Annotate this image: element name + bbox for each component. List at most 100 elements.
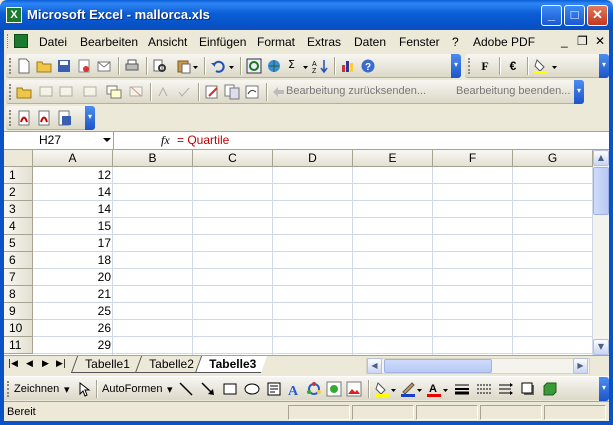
ink-annotation-icon[interactable]	[244, 84, 260, 100]
formula-input[interactable]: = Quartile	[177, 133, 229, 147]
font-color-icon[interactable]: A	[426, 381, 442, 397]
row-header-8[interactable]: 8	[4, 286, 33, 303]
bold-button[interactable]: F	[477, 58, 493, 74]
column-header-f[interactable]: F	[433, 150, 513, 167]
scroll-right-button[interactable]: ▶	[573, 358, 588, 374]
toolbar-options-icon[interactable]: ▾	[599, 377, 609, 401]
sort-ascending-icon[interactable]: AZ	[312, 58, 328, 75]
name-box-dropdown-icon[interactable]	[103, 138, 111, 142]
spreadsheet-grid[interactable]: A B C D E F G 1 12 2 14 3 14 4 15 5 17 6 18 7 20 8 21 9 25 10 26 11…	[4, 150, 593, 355]
next-sheet-button[interactable]: ▶	[42, 359, 49, 369]
select-all-corner[interactable]	[4, 150, 33, 167]
column-header-e[interactable]: E	[353, 150, 433, 167]
cell-a6[interactable]: 18	[33, 252, 113, 268]
wordart-icon[interactable]: A	[286, 381, 302, 399]
permission-icon[interactable]	[76, 58, 92, 74]
menu-datei[interactable]: Datei	[39, 35, 67, 49]
autoshapes-arrow-icon[interactable]: ▾	[167, 383, 173, 396]
toolbar-options-icon[interactable]: ▾	[574, 80, 584, 104]
line-color-dropdown-icon[interactable]	[416, 381, 424, 397]
scroll-up-button[interactable]: ▲	[593, 150, 609, 166]
chart-wizard-icon[interactable]	[340, 58, 356, 74]
cell-a7[interactable]: 20	[33, 269, 113, 285]
document-icon[interactable]	[14, 34, 28, 48]
track-changes-icon[interactable]	[156, 84, 172, 100]
reply-icon[interactable]	[270, 84, 286, 100]
toolbar-options-icon[interactable]: ▾	[451, 54, 461, 78]
toolbar-grip[interactable]	[9, 58, 12, 74]
doc-minimize-button[interactable]: _	[561, 34, 568, 48]
row-header-4[interactable]: 4	[4, 218, 33, 235]
cell-a11[interactable]: 29	[33, 337, 113, 353]
undo-icon[interactable]	[210, 58, 226, 74]
column-header-d[interactable]: D	[273, 150, 353, 167]
toolbar-grip[interactable]	[7, 381, 10, 397]
paste-dropdown-icon[interactable]	[192, 58, 200, 74]
accept-changes-icon[interactable]	[176, 84, 192, 100]
arrow-style-icon[interactable]	[498, 381, 514, 397]
menu-extras[interactable]: Extras	[307, 35, 341, 49]
toolbar-options-icon[interactable]: ▾	[85, 106, 95, 130]
scroll-left-button[interactable]: ◀	[367, 358, 382, 374]
next-comment-icon[interactable]	[58, 84, 74, 100]
web-icon[interactable]	[266, 58, 282, 74]
prev-sheet-button[interactable]: ◀	[26, 359, 33, 369]
row-header-2[interactable]: 2	[4, 184, 33, 201]
row-header-7[interactable]: 7	[4, 269, 33, 286]
compare-icon[interactable]	[224, 84, 240, 100]
fill-color-icon[interactable]	[374, 381, 390, 397]
print-icon[interactable]	[124, 58, 140, 74]
convert-to-pdf-icon[interactable]	[16, 110, 32, 126]
cell-a1[interactable]: 12	[33, 167, 113, 183]
maximize-button[interactable]: □	[564, 5, 585, 26]
cell-a10[interactable]: 26	[33, 320, 113, 336]
scroll-down-button[interactable]: ▼	[593, 339, 609, 355]
toolbar-options-icon[interactable]: ▾	[599, 54, 609, 78]
line-icon[interactable]	[178, 381, 194, 397]
row-header-3[interactable]: 3	[4, 201, 33, 218]
menu-adobe-pdf[interactable]: Adobe PDF	[473, 35, 535, 49]
help-icon[interactable]: ?	[360, 58, 376, 74]
row-header-10[interactable]: 10	[4, 320, 33, 337]
vertical-scrollbar[interactable]: ▲ ▼	[593, 150, 609, 355]
sheet-tab-tabelle1[interactable]: Tabelle1	[70, 356, 141, 373]
rectangle-icon[interactable]	[222, 381, 238, 397]
name-box[interactable]: H27	[4, 132, 114, 149]
autoshapes-menu-button[interactable]: AutoFormen	[102, 383, 163, 395]
cell-a2[interactable]: 14	[33, 184, 113, 200]
cell-a5[interactable]: 17	[33, 235, 113, 251]
previous-comment-icon[interactable]	[38, 84, 54, 100]
paste-icon[interactable]	[176, 58, 192, 74]
diagram-icon[interactable]	[306, 381, 322, 397]
insert-function-icon[interactable]: fx	[161, 133, 170, 148]
draw-menu-button[interactable]: Zeichnen	[14, 383, 59, 395]
autosum-dropdown-icon[interactable]	[302, 58, 310, 74]
horizontal-scroll-thumb[interactable]	[384, 359, 492, 373]
doc-close-button[interactable]: ✕	[595, 34, 605, 48]
font-color-dropdown-icon[interactable]	[442, 381, 450, 397]
fill-color-dropdown-icon[interactable]	[390, 381, 398, 397]
arrow-icon[interactable]	[200, 381, 216, 397]
save-icon[interactable]	[56, 58, 72, 74]
doc-restore-button[interactable]: ❐	[577, 34, 588, 48]
hyperlink-icon[interactable]	[246, 58, 262, 74]
menu-einfuegen[interactable]: Einfügen	[199, 35, 246, 49]
pdf-review-icon[interactable]	[56, 110, 72, 126]
picture-icon[interactable]	[346, 381, 362, 397]
cell-a4[interactable]: 15	[33, 218, 113, 234]
row-header-1[interactable]: 1	[4, 167, 33, 184]
pdf-email-icon[interactable]	[36, 110, 52, 126]
show-comment-icon[interactable]	[82, 84, 98, 100]
line-style-icon[interactable]	[454, 381, 470, 397]
clip-art-icon[interactable]	[326, 381, 342, 397]
menu-format[interactable]: Format	[257, 35, 295, 49]
review-end-button[interactable]: Bearbeitung beenden...	[456, 85, 570, 97]
research-icon[interactable]	[152, 58, 168, 74]
dash-style-icon[interactable]	[476, 381, 492, 397]
oval-icon[interactable]	[244, 381, 260, 397]
email-icon[interactable]	[96, 58, 112, 74]
menu-daten[interactable]: Daten	[354, 35, 386, 49]
sheet-tab-tabelle3[interactable]: Tabelle3	[194, 356, 268, 373]
cell-a3[interactable]: 14	[33, 201, 113, 217]
line-color-icon[interactable]	[400, 381, 416, 397]
